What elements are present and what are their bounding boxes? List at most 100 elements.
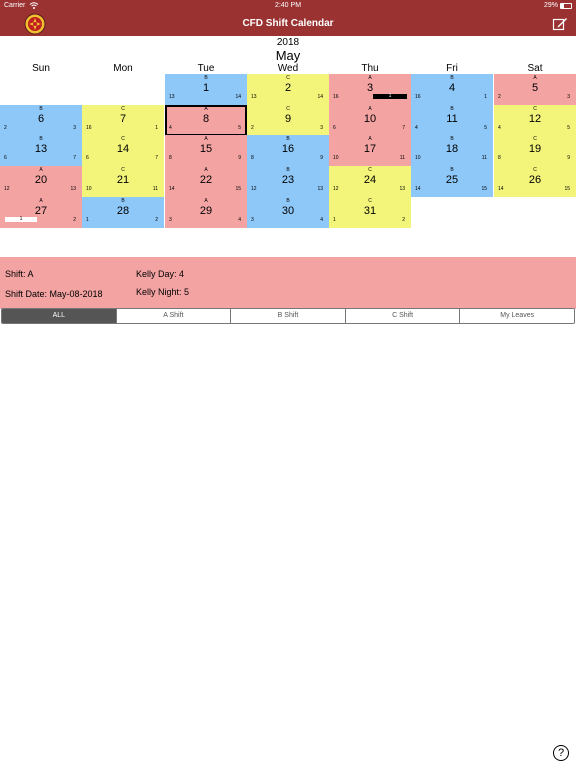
kelly-count-right: 1 (155, 125, 158, 131)
day-number: 13 (34, 143, 48, 155)
day-number: 21 (116, 174, 130, 186)
weekday-fri: Fri (446, 63, 458, 74)
shift-letter: B (286, 167, 290, 173)
shift-letter: A (39, 198, 43, 204)
status-bar: Carrier 2:40 PM 29% (0, 0, 576, 12)
day-number: 12 (528, 113, 542, 125)
calendar-day-cell[interactable]: C 2 13 14 (247, 74, 329, 105)
kelly-count-left: 16 (415, 94, 421, 100)
compose-edit-icon[interactable] (552, 16, 568, 32)
calendar-day-cell[interactable]: A 17 10 11 (329, 135, 411, 166)
calendar-day-cell[interactable]: B6 2 3 (0, 105, 82, 136)
kelly-count-left: 14 (415, 186, 421, 192)
calendar-day-cell[interactable]: B 28 1 2 (82, 197, 164, 228)
shift-letter: A (204, 167, 208, 173)
weekday-mon: Mon (113, 63, 133, 74)
kelly-count-right: 15 (481, 186, 487, 192)
segment-c-shift[interactable]: C Shift (344, 309, 460, 323)
calendar-day-cell[interactable]: C 26 14 15 (494, 166, 576, 197)
shift-letter: B (286, 198, 290, 204)
calendar-day-cell[interactable]: B 4 16 1 (411, 74, 493, 105)
day-number: 29 (199, 205, 213, 217)
kelly-count-left: 1 (333, 217, 336, 223)
kelly-count-left: 8 (251, 155, 254, 161)
kelly-count-right: 1 (484, 94, 487, 100)
calendar-day-cell[interactable]: C 12 4 5 (494, 105, 576, 136)
calendar-day-cell[interactable]: C 21 10 11 (82, 166, 164, 197)
calendar-day-cell[interactable]: C 31 1 2 (329, 197, 411, 228)
calendar-day-cell[interactable]: C9 2 3 (247, 105, 329, 136)
day-number: 16 (281, 143, 295, 155)
calendar-day-cell[interactable]: A 22 14 15 (165, 166, 247, 197)
kelly-count-right: 4 (320, 217, 323, 223)
calendar-day-cell[interactable]: A 15 8 9 (165, 135, 247, 166)
help-icon[interactable]: ? (553, 745, 569, 761)
day-number: 11 (446, 113, 458, 125)
calendar-day-cell[interactable]: C 24 12 13 (329, 166, 411, 197)
calendar-day-cell[interactable]: A8 4 5 (165, 105, 247, 136)
kelly-count-right: 7 (155, 155, 158, 161)
kelly-count-right: 3 (73, 125, 76, 131)
calendar-day-cell[interactable]: B 30 3 4 (247, 197, 329, 228)
calendar-day-cell[interactable]: B 11 4 5 (411, 105, 493, 136)
day-number: 2 (284, 82, 292, 94)
shift-letter: C (368, 198, 372, 204)
segment-b-shift[interactable]: B Shift (230, 309, 345, 323)
calendar-day-cell[interactable]: A5 2 3 (494, 74, 576, 105)
shift-letter: A (39, 167, 43, 173)
leave-indicator: 1 (373, 94, 407, 99)
shift-letter: C (368, 167, 372, 173)
calendar-day-cell[interactable]: B 18 10 11 (411, 135, 493, 166)
shift-letter: B (450, 106, 454, 112)
shift-letter: B (450, 136, 454, 142)
shift-letter: A (368, 136, 372, 142)
segment-a-shift[interactable]: A Shift (115, 309, 231, 323)
kelly-count-left: 2 (498, 94, 501, 100)
calendar-day-cell[interactable]: A 10 6 7 (329, 105, 411, 136)
calendar-day-cell[interactable]: A 27 2 1 (0, 197, 82, 228)
weekday-wed: Wed (277, 63, 299, 74)
kelly-count-right: 2 (155, 217, 158, 223)
day-number: 3 (366, 82, 374, 94)
calendar-day-cell[interactable]: C 14 6 7 (82, 135, 164, 166)
day-number: 4 (448, 82, 456, 94)
calendar-day-cell[interactable]: B 1 13 14 (165, 74, 247, 105)
kelly-count-left: 12 (333, 186, 339, 192)
segment-all[interactable]: ALL (2, 309, 116, 323)
kelly-count-right: 5 (484, 125, 487, 131)
shift-letter: C (533, 106, 537, 112)
kelly-count-left: 6 (333, 125, 336, 131)
day-number: 14 (116, 143, 130, 155)
shift-letter: A (204, 106, 208, 112)
kelly-count-right: 4 (238, 217, 241, 223)
navigation-bar: CFD Shift Calendar (0, 12, 576, 36)
kelly-count-left: 3 (251, 217, 254, 223)
calendar-day-cell[interactable]: A 3 16 1 (329, 74, 411, 105)
calendar-day-cell[interactable]: B 25 14 15 (411, 166, 493, 197)
leave-indicator: 1 (5, 217, 37, 222)
day-number: 30 (281, 205, 295, 217)
shift-letter: C (121, 106, 125, 112)
shift-filter-segmented-control: ALL A Shift B Shift C Shift My Leaves (1, 308, 575, 324)
kelly-count-right: 3 (567, 94, 570, 100)
calendar-day-cell[interactable]: B 13 6 7 (0, 135, 82, 166)
day-number: 1 (202, 82, 210, 94)
shift-letter: C (121, 136, 125, 142)
calendar-day-cell[interactable]: A 29 3 4 (165, 197, 247, 228)
calendar-day-cell[interactable]: C 19 8 9 (494, 135, 576, 166)
kelly-count-right: 11 (481, 155, 487, 161)
kelly-count-right: 13 (399, 186, 405, 192)
day-number: 8 (202, 113, 210, 125)
segment-my-leaves[interactable]: My Leaves (459, 309, 574, 323)
kelly-count-right: 9 (238, 155, 241, 161)
shift-letter: C (286, 75, 290, 81)
calendar-day-cell[interactable]: B 16 8 9 (247, 135, 329, 166)
calendar-day-cell[interactable]: C 7 16 1 (82, 105, 164, 136)
calendar-day-cell[interactable]: A 20 12 13 (0, 166, 82, 197)
day-number: 22 (199, 174, 213, 186)
day-number: 19 (528, 143, 542, 155)
shift-letter: A (204, 136, 208, 142)
kelly-count-left: 4 (498, 125, 501, 131)
kelly-count-left: 6 (4, 155, 7, 161)
calendar-day-cell[interactable]: B 23 12 13 (247, 166, 329, 197)
